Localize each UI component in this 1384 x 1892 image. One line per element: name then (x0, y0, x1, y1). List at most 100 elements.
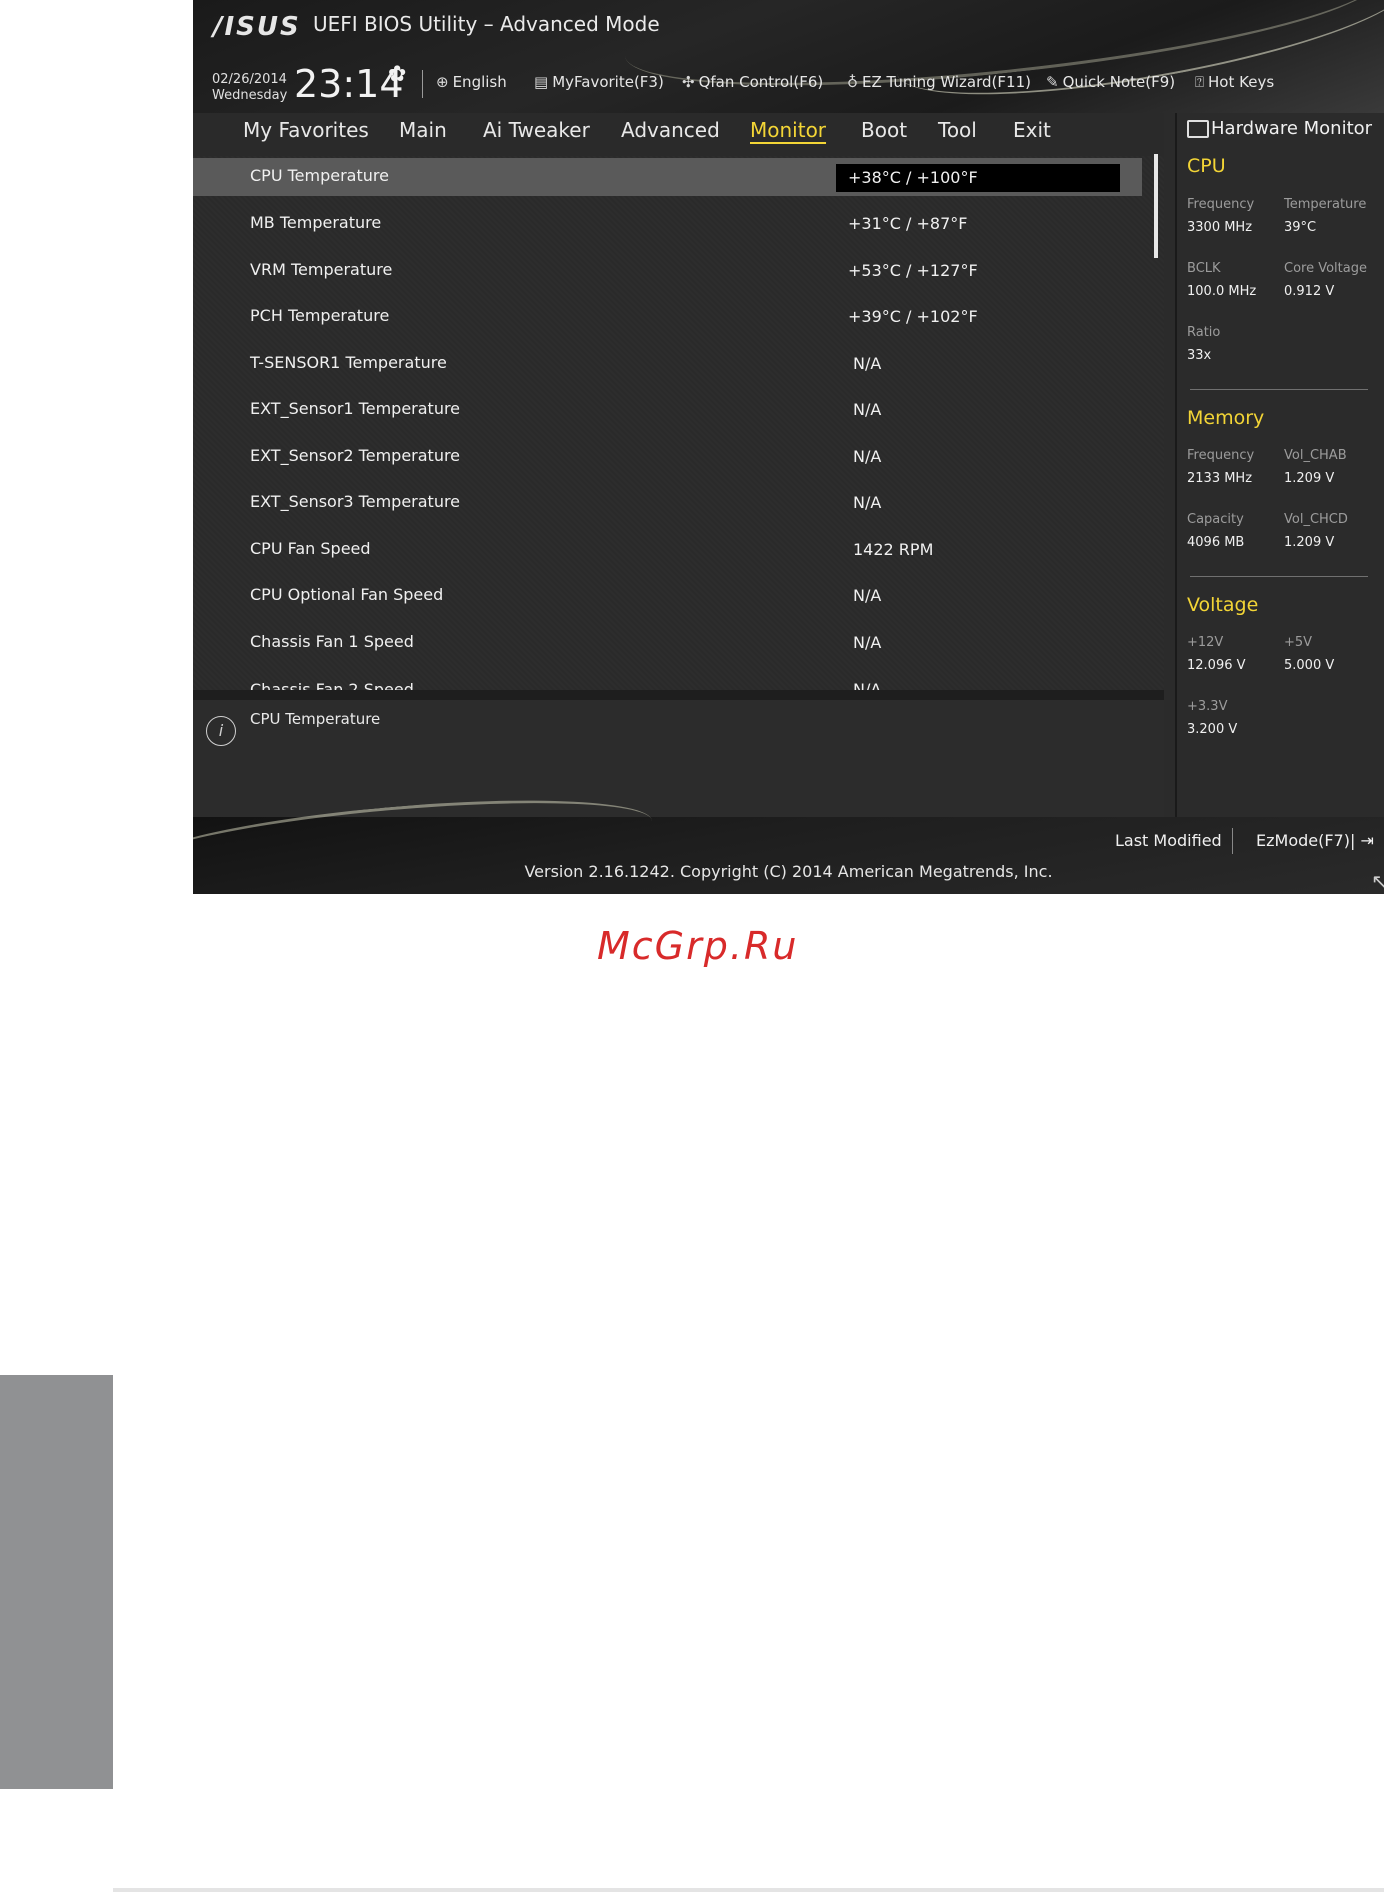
item-value: N/A (853, 680, 882, 690)
weekday: Wednesday (212, 88, 288, 103)
separator (1232, 828, 1233, 854)
cpu-ratio: Ratio 33x (1187, 325, 1221, 363)
favorite-list-icon: ▤ (534, 73, 549, 91)
bottom-rule (113, 1888, 1384, 1892)
list-item[interactable]: EXT_Sensor2 Temperature N/A (193, 438, 1142, 476)
item-value: +38°C / +100°F (848, 168, 978, 187)
separator (1190, 389, 1368, 390)
ezmode-button[interactable]: EzMode(F7)| ⇥ (1256, 831, 1374, 850)
item-label: CPU Fan Speed (250, 539, 371, 558)
item-label: Chassis Fan 2 Speed (250, 680, 414, 690)
watermark: McGrp.Ru (597, 924, 799, 968)
list-item[interactable]: EXT_Sensor1 Temperature N/A (193, 391, 1142, 429)
language-button[interactable]: ⊕ English (436, 73, 507, 91)
voltage-5v: +5V 5.000 V (1284, 635, 1335, 673)
monitor-list: CPU Temperature +38°C / +100°F MB Temper… (193, 156, 1164, 690)
help-text: CPU Temperature (250, 710, 381, 728)
scrollbar[interactable] (1154, 154, 1158, 258)
list-item[interactable]: PCH Temperature +39°C / +102°F (193, 298, 1142, 336)
bios-window: /ISUS UEFI BIOS Utility – Advanced Mode … (193, 0, 1384, 894)
memory-vol-chab: Vol_CHAB 1.209 V (1284, 448, 1347, 486)
list-item[interactable]: CPU Optional Fan Speed N/A (193, 577, 1142, 615)
separator (1190, 576, 1368, 577)
separator (422, 70, 423, 98)
list-item[interactable]: MB Temperature +31°C / +87°F (193, 205, 1142, 243)
quick-note-button[interactable]: ✎ Quick Note(F9) (1046, 73, 1175, 91)
cpu-heading: CPU (1187, 155, 1226, 177)
item-label: MB Temperature (250, 213, 382, 232)
cpu-temperature: Temperature 39°C (1284, 197, 1367, 235)
list-item[interactable]: Chassis Fan 2 Speed N/A (193, 674, 1142, 690)
tab-main[interactable]: Main (399, 118, 447, 142)
memory-frequency: Frequency 2133 MHz (1187, 448, 1255, 486)
mouse-cursor-icon: ↖ (1371, 869, 1384, 893)
date: 02/26/2014 (212, 72, 287, 87)
hardware-monitor-panel: Hardware Monitor CPU Frequency 3300 MHz … (1175, 113, 1384, 817)
memory-capacity: Capacity 4096 MB (1187, 512, 1245, 550)
memory-vol-chcd: Vol_CHCD 1.209 V (1284, 512, 1348, 550)
list-item[interactable]: VRM Temperature +53°C / +127°F (193, 252, 1142, 290)
asus-logo: /ISUS (213, 12, 301, 42)
list-item[interactable]: Chassis Fan 1 Speed N/A (193, 624, 1142, 662)
list-item[interactable]: EXT_Sensor3 Temperature N/A (193, 484, 1142, 522)
version-text: Version 2.16.1242. Copyright (C) 2014 Am… (524, 862, 1053, 881)
side-tab (0, 1375, 113, 1789)
lightbulb-icon: ♁ (847, 73, 858, 91)
myfavorite-button[interactable]: ▤ MyFavorite(F3) (534, 73, 664, 91)
item-value: +53°C / +127°F (848, 261, 978, 280)
date-display: 02/26/2014 Wednesday (212, 72, 287, 104)
cpu-bclk: BCLK 100.0 MHz (1187, 261, 1257, 299)
fan-icon: ✣ (682, 73, 695, 91)
help-panel: i CPU Temperature (193, 700, 1164, 817)
tab-boot[interactable]: Boot (861, 118, 907, 142)
item-value: N/A (853, 586, 882, 605)
item-label: Chassis Fan 1 Speed (250, 632, 414, 651)
app-title: UEFI BIOS Utility – Advanced Mode (313, 12, 660, 36)
item-value: N/A (853, 493, 882, 512)
item-label: EXT_Sensor1 Temperature (250, 399, 461, 418)
exit-arrow-icon: ⇥ (1355, 831, 1374, 850)
info-icon: i (206, 716, 236, 746)
item-value: N/A (853, 447, 882, 466)
item-value: +39°C / +102°F (848, 307, 978, 326)
item-label: EXT_Sensor2 Temperature (250, 446, 461, 465)
item-label: T-SENSOR1 Temperature (250, 353, 447, 372)
tab-monitor[interactable]: Monitor (750, 118, 826, 142)
main-nav: My Favorites Main Ai Tweaker Advanced Mo… (193, 113, 1164, 156)
monitor-icon (1187, 120, 1209, 138)
header-bar: /ISUS UEFI BIOS Utility – Advanced Mode … (193, 0, 1384, 122)
qfan-control-button[interactable]: ✣ Qfan Control(F6) (682, 73, 823, 91)
list-item[interactable]: CPU Fan Speed 1422 RPM (193, 531, 1142, 569)
last-modified-button[interactable]: Last Modified (1115, 831, 1222, 850)
hot-keys-button[interactable]: ⍰ Hot Keys (1195, 73, 1274, 91)
note-icon: ✎ (1046, 73, 1059, 91)
tab-tool[interactable]: Tool (938, 118, 977, 142)
list-item[interactable]: CPU Temperature +38°C / +100°F (193, 158, 1142, 196)
voltage-3v3: +3.3V 3.200 V (1187, 699, 1238, 737)
ez-tuning-wizard-button[interactable]: ♁ EZ Tuning Wizard(F11) (847, 73, 1031, 91)
voltage-heading: Voltage (1187, 594, 1259, 616)
hardware-monitor-title: Hardware Monitor (1187, 118, 1372, 139)
cpu-core-voltage: Core Voltage 0.912 V (1284, 261, 1367, 299)
item-value: +31°C / +87°F (848, 214, 968, 233)
tab-advanced[interactable]: Advanced (621, 118, 720, 142)
footer-bar: Last Modified EzMode(F7)| ⇥ Version 2.16… (193, 784, 1384, 894)
globe-icon: ⊕ (436, 73, 449, 91)
item-label: CPU Optional Fan Speed (250, 585, 444, 604)
tab-exit[interactable]: Exit (1013, 118, 1051, 142)
memory-heading: Memory (1187, 407, 1265, 429)
item-value: N/A (853, 354, 882, 373)
help-icon: ⍰ (1195, 73, 1205, 91)
tab-ai-tweaker[interactable]: Ai Tweaker (483, 118, 590, 142)
item-value: 1422 RPM (853, 540, 934, 559)
tab-my-favorites[interactable]: My Favorites (243, 118, 369, 142)
cpu-frequency: Frequency 3300 MHz (1187, 197, 1255, 235)
list-item[interactable]: T-SENSOR1 Temperature N/A (193, 345, 1142, 383)
item-label: EXT_Sensor3 Temperature (250, 492, 461, 511)
item-label: VRM Temperature (250, 260, 393, 279)
voltage-12v: +12V 12.096 V (1187, 635, 1246, 673)
gear-icon[interactable]: ✿ (388, 62, 406, 87)
item-value: N/A (853, 633, 882, 652)
item-label: CPU Temperature (250, 166, 389, 185)
item-value: N/A (853, 400, 882, 419)
